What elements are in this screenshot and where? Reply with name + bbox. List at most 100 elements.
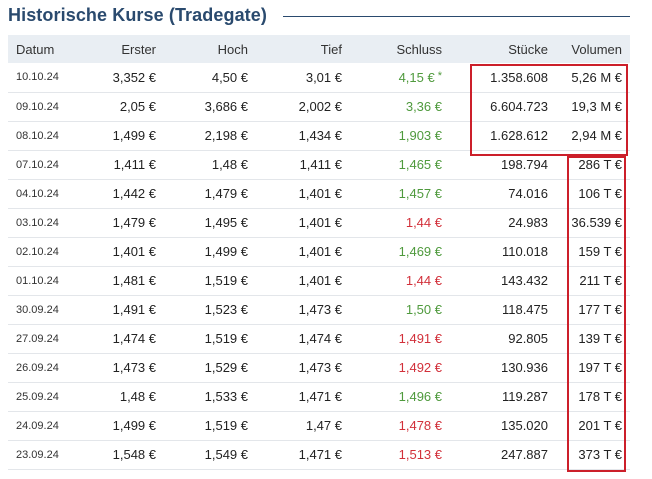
cell-tief: 1,401 € xyxy=(256,179,350,209)
cell-schluss: 1,469 € xyxy=(350,237,450,267)
schluss-value: 1,44 € xyxy=(405,273,442,288)
schluss-value: 1,513 € xyxy=(398,447,442,462)
cell-tief: 1,47 € xyxy=(256,411,350,441)
column-header-stuecke[interactable]: Stücke xyxy=(450,35,556,63)
cell-datum: 03.10.24 xyxy=(8,208,84,238)
cell-hoch: 1,495 € xyxy=(164,208,256,238)
section-title: Historische Kurse (Tradegate) xyxy=(8,4,267,25)
cell-tief: 1,401 € xyxy=(256,237,350,267)
cell-datum: 26.09.24 xyxy=(8,353,84,383)
table-row: 07.10.24 1,411 €1,48 €1,411 €1,465 €198.7… xyxy=(8,150,630,180)
cell-volumen: 5,26 M € xyxy=(556,63,630,93)
cell-volumen: 178 T € xyxy=(556,382,630,412)
cell-hoch: 1,529 € xyxy=(164,353,256,383)
cell-datum: 25.09.24 xyxy=(8,382,84,412)
table-row: 10.10.24 3,352 €4,50 €3,01 €4,15 € * 1.358.… xyxy=(8,63,630,93)
column-header-erster[interactable]: Erster xyxy=(84,35,164,63)
cell-stuecke: 6.604.723 xyxy=(450,92,556,122)
table-row: 09.10.24 2,05 €3,686 €2,002 € 3,36 € 6.604.… xyxy=(8,92,630,122)
cell-hoch: 1,519 € xyxy=(164,266,256,296)
column-header-hoch[interactable]: Hoch xyxy=(164,35,256,63)
table-row: 08.10.24 1,499 €2,198 €1,434 € 1,903 € 1.62… xyxy=(8,121,630,151)
schluss-value: 1,457 € xyxy=(398,186,442,201)
cell-volumen: 286 T € xyxy=(556,150,630,180)
cell-datum: 30.09.24 xyxy=(8,295,84,325)
cell-schluss: 1,478 € xyxy=(350,411,450,441)
cell-stuecke: 110.018 xyxy=(450,237,556,267)
section-header: Historische Kurse (Tradegate) xyxy=(8,2,630,28)
cell-hoch: 1,523 € xyxy=(164,295,256,325)
cell-datum: 10.10.24 xyxy=(8,63,84,93)
column-header-schluss[interactable]: Schluss xyxy=(350,35,450,63)
cell-hoch: 1,519 € xyxy=(164,324,256,354)
cell-tief: 1,474 € xyxy=(256,324,350,354)
schluss-value: 1,903 € xyxy=(398,128,442,143)
cell-volumen: 159 T € xyxy=(556,237,630,267)
cell-schluss: 1,513 € xyxy=(350,440,450,470)
cell-datum: 23.09.24 xyxy=(8,440,84,470)
table-header-row: Datum Erster Hoch Tief Schluss Stücke Vo… xyxy=(8,35,630,63)
table-row: 03.10.24 1,479 €1,495 €1,401 € 1,44 € 24.98… xyxy=(8,208,630,238)
cell-erster: 3,352 € xyxy=(84,63,164,93)
column-header-volumen[interactable]: Volumen xyxy=(556,35,630,63)
cell-hoch: 2,198 € xyxy=(164,121,256,151)
historical-prices-table: Datum Erster Hoch Tief Schluss Stücke Vo… xyxy=(8,35,630,470)
schluss-value: 1,491 € xyxy=(398,331,442,346)
cell-datum: 07.10.24 xyxy=(8,150,84,180)
cell-stuecke: 24.983 xyxy=(450,208,556,238)
cell-volumen: 106 T € xyxy=(556,179,630,209)
schluss-value: 1,44 € xyxy=(405,215,442,230)
title-divider xyxy=(282,15,630,17)
cell-schluss: 3,36 € xyxy=(350,92,450,122)
cell-schluss: 1,496 € xyxy=(350,382,450,412)
cell-erster: 2,05 € xyxy=(84,92,164,122)
cell-stuecke: 143.432 xyxy=(450,266,556,296)
column-header-datum[interactable]: Datum xyxy=(8,35,84,63)
table-row: 04.10.24 1,442 €1,479 €1,401 € 1,457 € 74.0… xyxy=(8,179,630,209)
schluss-value: 1,50 € xyxy=(405,302,442,317)
column-header-tief[interactable]: Tief xyxy=(256,35,350,63)
cell-erster: 1,548 € xyxy=(84,440,164,470)
schluss-value: 1,465 € xyxy=(398,157,442,172)
cell-schluss: 1,903 € xyxy=(350,121,450,151)
cell-volumen: 177 T € xyxy=(556,295,630,325)
table-row: 26.09.24 1,473 €1,529 €1,473 €1,492 €130.… xyxy=(8,353,630,383)
table-body: 10.10.24 3,352 €4,50 €3,01 €4,15 € * 1.358.… xyxy=(8,63,630,470)
schluss-value: 1,492 € xyxy=(398,360,442,375)
cell-stuecke: 1.628.612 xyxy=(450,121,556,151)
cell-volumen: 36.539 € xyxy=(556,208,630,238)
cell-volumen: 197 T € xyxy=(556,353,630,383)
cell-stuecke: 198.794 xyxy=(450,150,556,180)
cell-stuecke: 118.475 xyxy=(450,295,556,325)
cell-schluss: 1,44 € xyxy=(350,266,450,296)
cell-volumen: 201 T € xyxy=(556,411,630,441)
cell-erster: 1,442 € xyxy=(84,179,164,209)
cell-tief: 1,434 € xyxy=(256,121,350,151)
cell-schluss: 4,15 € * xyxy=(350,63,450,93)
cell-datum: 01.10.24 xyxy=(8,266,84,296)
cell-datum: 08.10.24 xyxy=(8,121,84,151)
cell-erster: 1,481 € xyxy=(84,266,164,296)
cell-tief: 1,401 € xyxy=(256,208,350,238)
cell-datum: 27.09.24 xyxy=(8,324,84,354)
cell-schluss: 1,465 € xyxy=(350,150,450,180)
table-row: 30.09.24 1,491 €1,523 €1,473 € 1,50 € 118.4… xyxy=(8,295,630,325)
schluss-value: 3,36 € xyxy=(405,99,442,114)
cell-schluss: 1,492 € xyxy=(350,353,450,383)
schluss-value: 1,469 € xyxy=(398,244,442,259)
cell-hoch: 1,48 € xyxy=(164,150,256,180)
cell-datum: 24.09.24 xyxy=(8,411,84,441)
cell-datum: 02.10.24 xyxy=(8,237,84,267)
table-row: 23.09.24 1,548 €1,549 €1,471 € 1,513 € 247.… xyxy=(8,440,630,470)
cell-tief: 1,473 € xyxy=(256,353,350,383)
cell-schluss: 1,491 € xyxy=(350,324,450,354)
cell-volumen: 19,3 M € xyxy=(556,92,630,122)
cell-tief: 1,471 € xyxy=(256,440,350,470)
cell-erster: 1,479 € xyxy=(84,208,164,238)
cell-tief: 1,401 € xyxy=(256,266,350,296)
cell-schluss: 1,457 € xyxy=(350,179,450,209)
table-row: 27.09.24 1,474 €1,519 €1,474 €1,491 €92.8… xyxy=(8,324,630,354)
cell-erster: 1,411 € xyxy=(84,150,164,180)
cell-stuecke: 92.805 xyxy=(450,324,556,354)
table-row: 25.09.24 1,48 €1,533 €1,471 € 1,496 € 119.2… xyxy=(8,382,630,412)
